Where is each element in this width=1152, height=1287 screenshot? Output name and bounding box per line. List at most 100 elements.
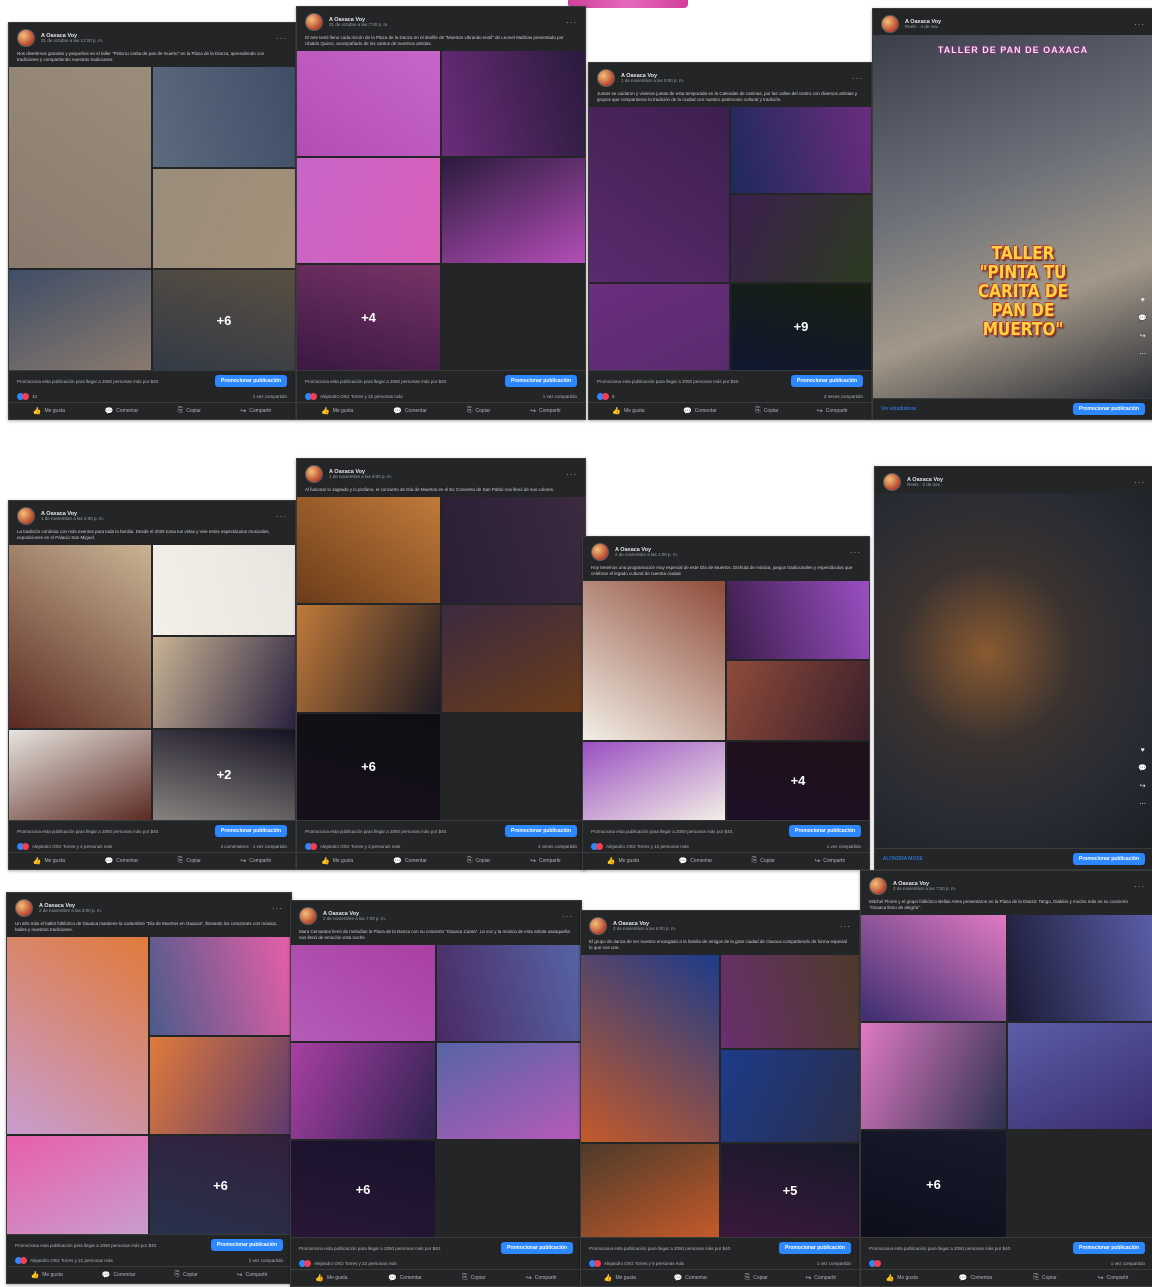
reel-frame[interactable]: ♥ 💬 ↪ ⋯ [875,493,1152,848]
promote-button[interactable]: Promocionar publicación [1072,853,1145,865]
post-photo[interactable] [581,1144,719,1237]
share-button[interactable]: ↪ Compartir [237,1271,268,1279]
copy-button[interactable]: ⎘ Copiar [174,1271,197,1279]
promote-button[interactable]: Promocionar publicación [504,375,577,387]
share-icon[interactable]: ↪ [1140,332,1146,340]
share-button[interactable]: ↪ Compartir [817,407,848,415]
comment-button[interactable]: 💬 Comentar [393,857,427,865]
post-date[interactable]: 1 de noviembre a las 9:00 p. m. [329,474,392,480]
share-button[interactable]: ↪ Compartir [805,1274,836,1282]
insights-link[interactable]: ALONDRA MOSE [883,856,923,862]
copy-button[interactable]: ⎘ Copiar [178,857,201,865]
post-photo[interactable] [297,51,440,157]
post-date[interactable]: Reels · 4 de nov. [905,24,941,30]
copy-button[interactable]: ⎘ Copiar [467,857,490,865]
reaction-count[interactable]: Alejandro Ortiz Torres y 21 personas más [30,1258,113,1263]
post-date[interactable]: 31 de octubre a las 7:00 p. m. [329,22,389,28]
post-photo[interactable] [150,937,291,1035]
share-count[interactable]: 1 vez compartido [543,394,577,399]
post-photo[interactable] [9,545,151,728]
more-options-icon[interactable]: ··· [1134,882,1145,891]
post-photo[interactable]: +4 [297,265,440,370]
share-count[interactable]: 1 vez compartido [1111,1261,1145,1266]
reel-video[interactable]: ♥ 💬 ↪ ⋯ [875,493,1152,848]
share-count[interactable]: 1 vez compartido [249,1258,283,1263]
more-photos-count[interactable]: +2 [153,729,295,820]
more-options-icon[interactable]: ··· [562,912,573,921]
more-options-icon[interactable]: ··· [566,470,577,479]
more-options-icon[interactable]: ··· [276,512,287,521]
reel-frame[interactable]: TALLER DE PAN DE OAXACA TALLER "PINTA TU … [873,35,1152,398]
post-photo[interactable] [7,1136,148,1234]
more-options-icon[interactable]: ··· [852,74,863,83]
share-count[interactable]: 3 comentarios · 1 vez compartido [220,844,287,849]
more-photos-count[interactable]: +4 [297,265,440,370]
comment-button[interactable]: 💬 Comentar [673,1274,707,1282]
share-button[interactable]: ↪ Compartir [1098,1274,1129,1282]
post-date[interactable]: Reels · 2 de nov. [907,482,943,488]
share-button[interactable]: ↪ Compartir [240,407,271,415]
post-date[interactable]: 31 de octubre a las 12:00 p. m. [41,38,103,44]
post-photo[interactable] [7,937,148,1135]
comment-icon[interactable]: 💬 [1138,764,1147,772]
post-photo[interactable] [442,158,585,264]
share-button[interactable]: ↪ Compartir [530,407,561,415]
like-button[interactable]: 👍 Me gusta [321,857,353,865]
avatar[interactable] [305,13,323,31]
post-photo[interactable] [291,945,435,1042]
promote-button[interactable]: Promocionar publicación [210,1239,283,1251]
post-photo[interactable]: +6 [150,1136,291,1234]
post-photo[interactable] [1008,915,1152,1022]
promote-button[interactable]: Promocionar publicación [214,825,287,837]
post-date[interactable]: 1 de noviembre a las 4:00 p. m. [41,516,104,522]
post-photo[interactable] [437,1043,581,1140]
post-photo[interactable]: +6 [297,713,440,820]
share-icon[interactable]: ↪ [1140,782,1146,790]
more-options-icon[interactable]: ··· [566,18,577,27]
post-photo[interactable] [9,270,151,370]
promote-button[interactable]: Promocionar publicación [504,825,577,837]
post-photo[interactable] [721,1049,859,1143]
post-photo[interactable]: +9 [731,283,871,370]
avatar[interactable] [299,907,317,925]
avatar[interactable] [17,29,35,47]
post-photo[interactable] [153,637,295,728]
avatar[interactable] [883,473,901,491]
more-options-icon[interactable]: ··· [1134,20,1145,29]
post-photo[interactable] [727,661,869,740]
more-options-icon[interactable]: ··· [272,904,283,913]
share-count[interactable]: 1 vez compartido [827,844,861,849]
reaction-count[interactable]: Alejandro Ortiz Torres y 22 personas más [314,1261,397,1266]
post-photo[interactable] [721,955,859,1048]
reaction-count[interactable]: 6 [612,394,615,399]
post-photo[interactable]: +5 [721,1144,859,1237]
share-count[interactable]: 1 vez compartido [253,394,287,399]
like-icon[interactable]: ♥ [1141,297,1145,304]
post-photo[interactable]: +2 [153,729,295,820]
promote-button[interactable]: Promocionar publicación [788,825,861,837]
post-photo[interactable] [581,955,719,1143]
share-button[interactable]: ↪ Compartir [530,857,561,865]
more-photos-count[interactable]: +5 [721,1144,859,1237]
post-date[interactable]: 2 de noviembre a las 7:00 p. m. [323,916,386,922]
post-photo[interactable]: +4 [727,741,869,820]
comment-button[interactable]: 💬 Comentar [102,1271,136,1279]
avatar[interactable] [869,877,887,895]
post-photo[interactable] [731,195,871,282]
post-photo[interactable] [297,158,440,264]
post-date[interactable]: 2 de noviembre a las 1:00 p. m. [615,552,678,558]
post-photo[interactable]: +6 [861,1131,1006,1237]
copy-button[interactable]: ⎘ Copiar [467,407,490,415]
more-photos-count[interactable]: +6 [153,270,295,370]
promote-button[interactable]: Promocionar publicación [214,375,287,387]
post-photo[interactable] [727,581,869,660]
share-button[interactable]: ↪ Compartir [814,857,845,865]
copy-button[interactable]: ⎘ Copiar [745,1274,768,1282]
comment-button[interactable]: 💬 Comentar [104,857,138,865]
more-options-icon[interactable]: ··· [276,34,287,43]
post-photo[interactable] [731,107,871,194]
like-button[interactable]: 👍 Me gusta [612,407,644,415]
comment-icon[interactable]: 💬 [1138,314,1147,322]
promote-button[interactable]: Promocionar publicación [790,375,863,387]
post-photo[interactable] [437,945,581,1042]
